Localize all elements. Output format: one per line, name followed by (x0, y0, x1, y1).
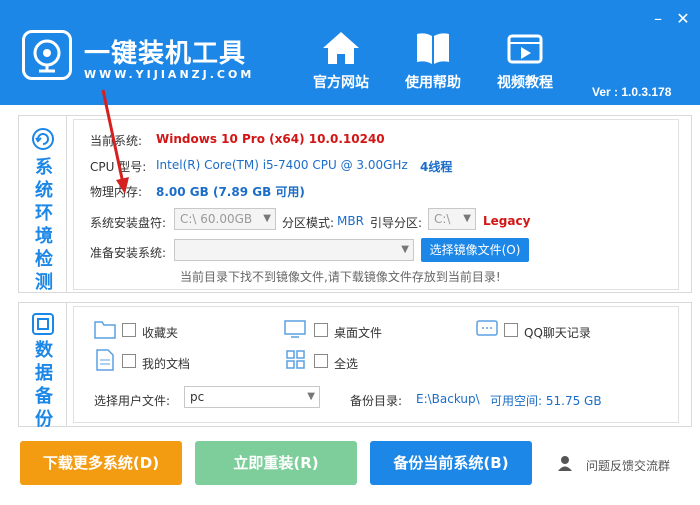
nav-label: 使用帮助 (405, 75, 461, 91)
backup-dir-value[interactable]: E:\Backup\ (416, 392, 480, 406)
backup-panel: 数据备份 收藏夹 桌面文件 QQ聊天记录 我的文档 全选 选择用户文件: pc ▼… (18, 302, 692, 430)
env-content: 当前系统: Windows 10 Pro (x64) 10.0.10240 CP… (73, 89, 679, 290)
feedback-link[interactable]: 问题反馈交流群 (586, 457, 670, 474)
close-button[interactable]: ✕ (672, 8, 694, 30)
home-icon (323, 32, 359, 64)
qq-label: QQ聊天记录 (524, 326, 591, 340)
group-icon (558, 456, 572, 471)
nav-video[interactable]: 视频教程 (485, 30, 565, 92)
desktop-label: 桌面文件 (334, 326, 383, 340)
select-all-checkbox[interactable] (314, 354, 328, 368)
nav-help[interactable]: 使用帮助 (393, 30, 473, 92)
backup-icon (32, 313, 54, 335)
env-section-title: 系统环境检测 (35, 157, 53, 293)
reinstall-button[interactable]: 立即重装(R) (195, 441, 357, 485)
backup-sidebar: 数据备份 (19, 303, 67, 430)
cpu-value: Intel(R) Core(TM) i5-7400 CPU @ 3.00GHz (156, 158, 408, 172)
boot-select[interactable]: C:\ ▼ (428, 208, 476, 230)
app-title: 一键装机工具 (84, 39, 247, 69)
video-icon (507, 34, 543, 64)
backup-content: 收藏夹 桌面文件 QQ聊天记录 我的文档 全选 选择用户文件: pc ▼ 备份目录… (73, 306, 679, 423)
prepare-label: 准备安装系统: (90, 246, 167, 260)
disk-select[interactable]: C:\ 60.00GB ▼ (174, 208, 276, 230)
desktop-checkbox[interactable] (314, 323, 328, 337)
cpu-threads: 4线程 (420, 160, 453, 174)
free-space: 可用空间: 51.75 GB (490, 394, 602, 408)
annotation-arrow (101, 89, 129, 194)
chevron-down-icon: ▼ (401, 244, 409, 255)
logo-icon (22, 30, 72, 80)
boot-mode: Legacy (483, 214, 531, 228)
favorites-checkbox[interactable] (122, 323, 136, 337)
partition-label: 分区模式: (282, 216, 335, 230)
chevron-down-icon: ▼ (307, 391, 315, 402)
os-value: Windows 10 Pro (x64) 10.0.10240 (156, 132, 385, 146)
folder-icon (94, 321, 116, 339)
backup-section-title: 数据备份 (35, 340, 53, 430)
nav-label: 视频教程 (497, 75, 553, 91)
env-panel: 系统环境检测 当前系统: Windows 10 Pro (x64) 10.0.1… (18, 89, 692, 293)
user-select[interactable]: pc ▼ (184, 386, 320, 408)
qq-checkbox[interactable] (504, 323, 518, 337)
warning-text: 当前目录下找不到镜像文件,请下载镜像文件存放到当前目录! (180, 270, 501, 284)
download-more-button[interactable]: 下载更多系统(D) (20, 441, 182, 485)
version-label: Ver : 1.0.3.178 (592, 85, 672, 99)
minimize-button[interactable]: – (647, 8, 669, 30)
image-select[interactable]: ▼ (174, 239, 414, 261)
mem-value: 8.00 GB (7.89 GB 可用) (156, 185, 305, 199)
backup-system-button[interactable]: 备份当前系统(B) (370, 441, 532, 485)
book-icon (417, 33, 449, 64)
monitor-icon (284, 320, 306, 338)
chat-icon (476, 320, 498, 336)
choose-image-button[interactable]: 选择镜像文件(O) (421, 238, 529, 262)
chevron-down-icon: ▼ (463, 213, 471, 224)
boot-label: 引导分区: (370, 216, 423, 230)
nav-label: 官方网站 (313, 75, 369, 91)
refresh-icon (32, 128, 54, 150)
grid-icon (286, 350, 305, 369)
select-all-label: 全选 (334, 357, 359, 371)
nav-official-site[interactable]: 官方网站 (301, 30, 381, 92)
favorites-label: 收藏夹 (142, 326, 179, 340)
disk-label: 系统安装盘符: (90, 216, 167, 230)
user-label: 选择用户文件: (94, 394, 171, 408)
env-sidebar: 系统环境检测 (19, 116, 67, 293)
backup-dir-label: 备份目录: (350, 394, 403, 408)
documents-label: 我的文档 (142, 357, 191, 371)
documents-checkbox[interactable] (122, 354, 136, 368)
chevron-down-icon: ▼ (263, 213, 271, 224)
document-icon (96, 349, 114, 371)
app-url: WWW.YIJIANZJ.COM (84, 68, 255, 81)
partition-value: MBR (337, 214, 364, 228)
